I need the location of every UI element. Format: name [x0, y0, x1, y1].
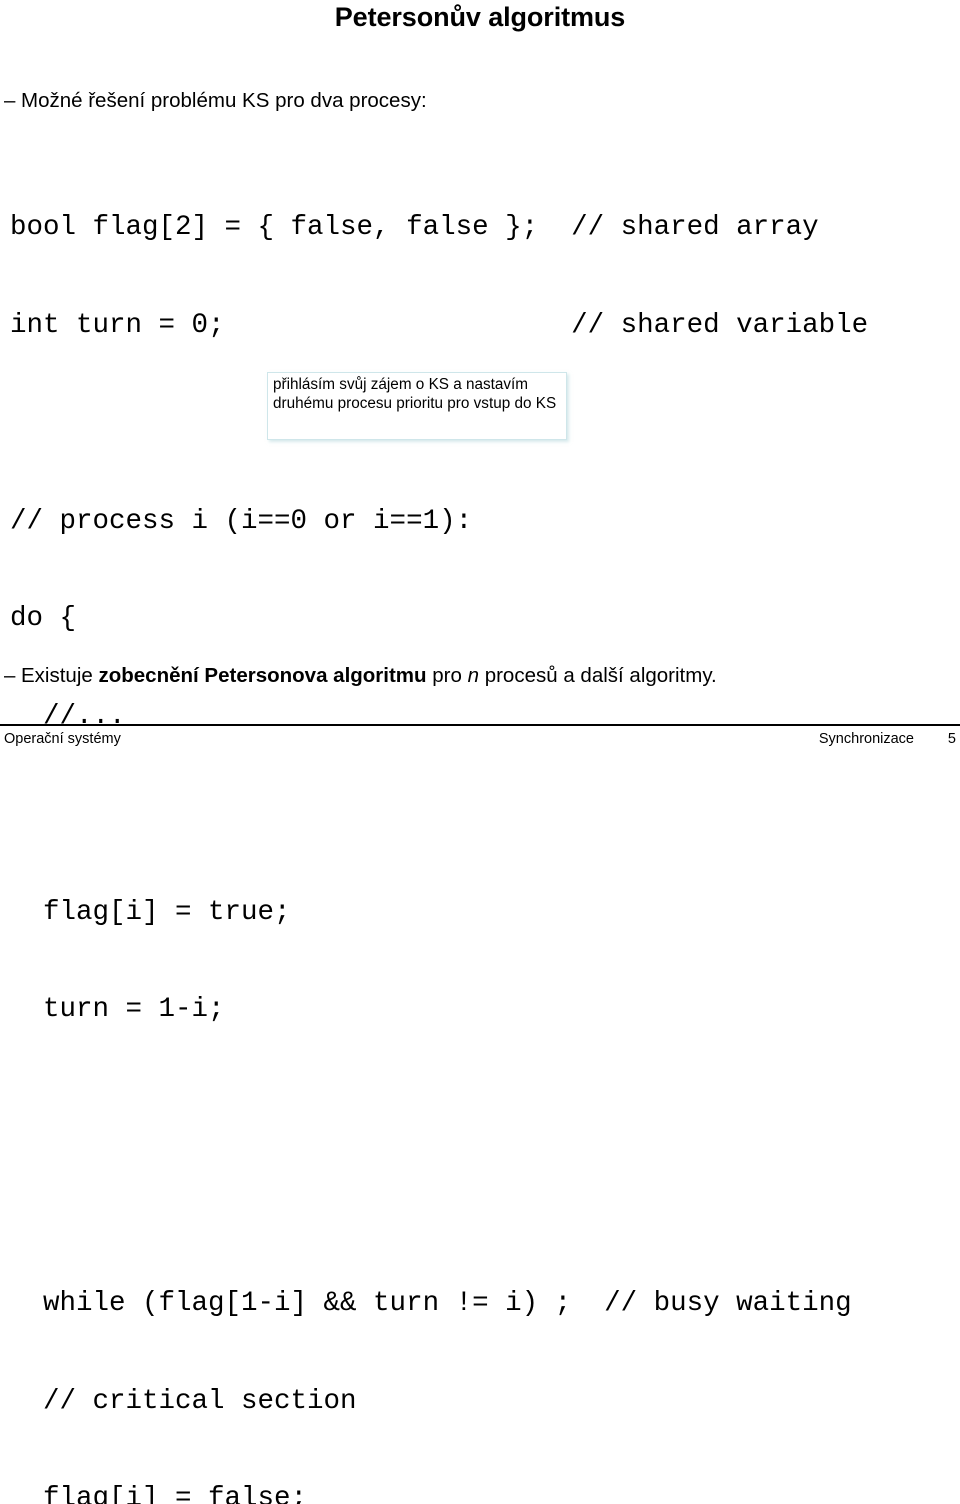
code-line: //... — [10, 701, 126, 733]
bullet-outro: – Existuje zobecnění Petersonova algorit… — [4, 664, 717, 688]
bullet-outro-tail: procesů a další algoritmy. — [479, 664, 717, 687]
page-title: Petersonův algoritmus — [334, 2, 626, 32]
code-line: do { — [10, 603, 77, 635]
code-line: // process i (i==0 or i==1): — [10, 505, 473, 537]
footer-page-number: 5 — [947, 731, 956, 747]
footer-divider — [0, 724, 960, 726]
code-line: flag[i] = false; — [10, 1483, 308, 1504]
footer-course-name: Operační systémy — [4, 731, 121, 747]
code-line: int turn = 0; // shared variable — [10, 309, 869, 341]
bullet-dash-icon: – — [4, 89, 16, 112]
annotation-callout-box: přihlásím svůj zájem o KS a nastavím dru… — [267, 372, 567, 440]
bullet-outro-bold: zobecnění Petersonova algoritmu — [98, 664, 427, 687]
code-line: // critical section — [10, 1385, 357, 1417]
bullet-intro-text: Možné řešení problému KS pro dva procesy… — [21, 89, 427, 112]
footer-section-name: Synchronizace — [818, 731, 914, 747]
code-line: turn = 1-i; — [10, 994, 225, 1026]
code-listing: bool flag[2] = { false, false }; // shar… — [10, 147, 868, 1504]
bullet-outro-mid: pro — [426, 664, 468, 687]
bullet-outro-italic: n — [467, 664, 479, 687]
bullet-outro-lead: Existuje — [21, 664, 99, 687]
bullet-outro-text: Existuje zobecnění Petersonova algoritmu… — [21, 664, 717, 688]
code-line: while (flag[1-i] && turn != i) ; // busy… — [10, 1287, 852, 1319]
code-line: flag[i] = true; — [10, 896, 291, 928]
code-line: bool flag[2] = { false, false }; // shar… — [10, 212, 819, 244]
bullet-dash-icon: – — [4, 664, 16, 687]
bullet-intro: – Možné řešení problému KS pro dva proce… — [4, 89, 427, 113]
annotation-callout-text: přihlásím svůj zájem o KS a nastavím dru… — [273, 376, 557, 413]
